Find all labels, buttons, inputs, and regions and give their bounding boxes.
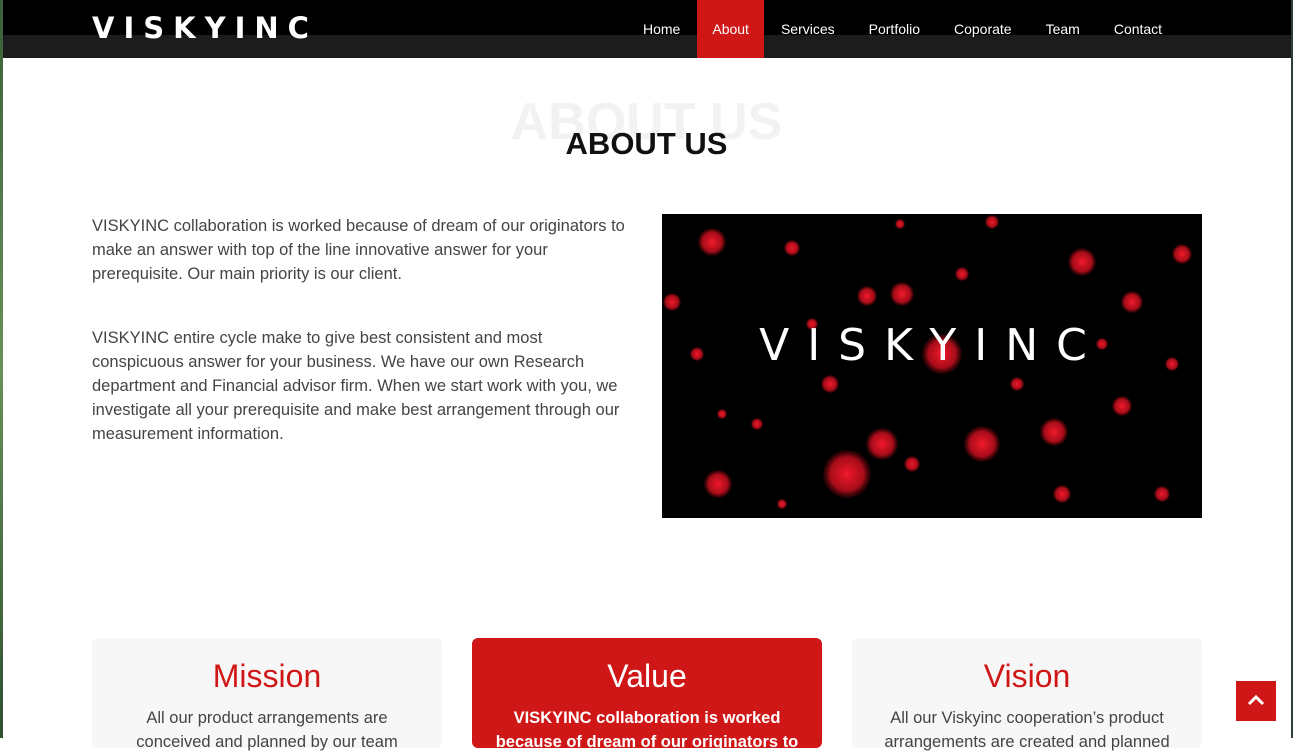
scroll-to-top-button[interactable] (1236, 681, 1276, 721)
bokeh-dot (777, 499, 787, 509)
bokeh-dot (1154, 486, 1170, 502)
nav-contact[interactable]: Contact (1097, 0, 1179, 58)
bokeh-dot (1165, 357, 1179, 371)
bokeh-dot (1053, 485, 1071, 503)
value-text: VISKYINC collaboration is worked (513, 709, 781, 727)
nav-coporate[interactable]: Coporate (937, 0, 1029, 58)
bokeh-dot (1040, 418, 1068, 446)
bokeh-dot (751, 418, 763, 430)
bokeh-dot (857, 286, 877, 306)
vision-card: Vision All our Viskyinc cooperation’s pr… (852, 638, 1202, 751)
bokeh-dot (955, 267, 969, 281)
bokeh-dot (784, 240, 800, 256)
main-nav: Home About Services Portfolio Coporate T… (626, 0, 1179, 58)
bokeh-dot (866, 428, 898, 460)
bokeh-dot (690, 347, 704, 361)
about-paragraph-2: VISKYINC entire cycle make to give best … (92, 329, 620, 443)
bokeh-dot (1068, 248, 1096, 276)
bokeh-dot (821, 375, 839, 393)
bokeh-dot (985, 215, 999, 229)
bokeh-dot (890, 282, 914, 306)
chevron-up-icon (1247, 694, 1265, 706)
nav-services[interactable]: Services (764, 0, 852, 58)
mission-card: Mission All our product arrangements are… (92, 638, 442, 751)
nav-home[interactable]: Home (626, 0, 697, 58)
value-title: Value (607, 658, 687, 694)
nav-about[interactable]: About (697, 0, 764, 58)
bokeh-dot (1172, 244, 1192, 264)
site-logo[interactable]: VISKYINC (92, 11, 318, 45)
bokeh-dot (1010, 377, 1024, 391)
bokeh-dot (698, 228, 726, 256)
mission-text-2: conceived and planned by our team (136, 733, 398, 751)
page-title: ABOUT US (565, 126, 728, 161)
about-paragraph-1: VISKYINC collaboration is worked because… (92, 217, 625, 283)
bokeh-dot (1112, 396, 1132, 416)
bokeh-dot (895, 219, 905, 229)
value-text-2: because of dream of our originators to (495, 733, 799, 751)
bokeh-dot (1121, 291, 1143, 313)
mission-title: Mission (212, 658, 322, 694)
vision-text: All our Viskyinc cooperation’s product (890, 709, 1164, 727)
bokeh-dot (904, 456, 920, 472)
top-navbar: VISKYINC Home About Services Portfolio C… (3, 0, 1291, 58)
nav-portfolio[interactable]: Portfolio (852, 0, 937, 58)
mission-text: All our product arrangements are (146, 709, 388, 727)
bokeh-dot (823, 450, 871, 498)
bokeh-background: VISKYINC (663, 215, 1192, 509)
bokeh-dot (663, 293, 681, 311)
image-logo-text: VISKYINC (759, 320, 1105, 371)
bokeh-dot (717, 409, 727, 419)
vision-title: Vision (983, 658, 1071, 694)
about-image: VISKYINC (662, 214, 1202, 518)
vision-text-2: arrangements are created and planned (884, 733, 1170, 751)
bokeh-dot (964, 426, 1000, 462)
nav-team[interactable]: Team (1029, 0, 1097, 58)
bokeh-dot (704, 470, 732, 498)
value-card: Value VISKYINC collaboration is worked b… (472, 638, 822, 751)
